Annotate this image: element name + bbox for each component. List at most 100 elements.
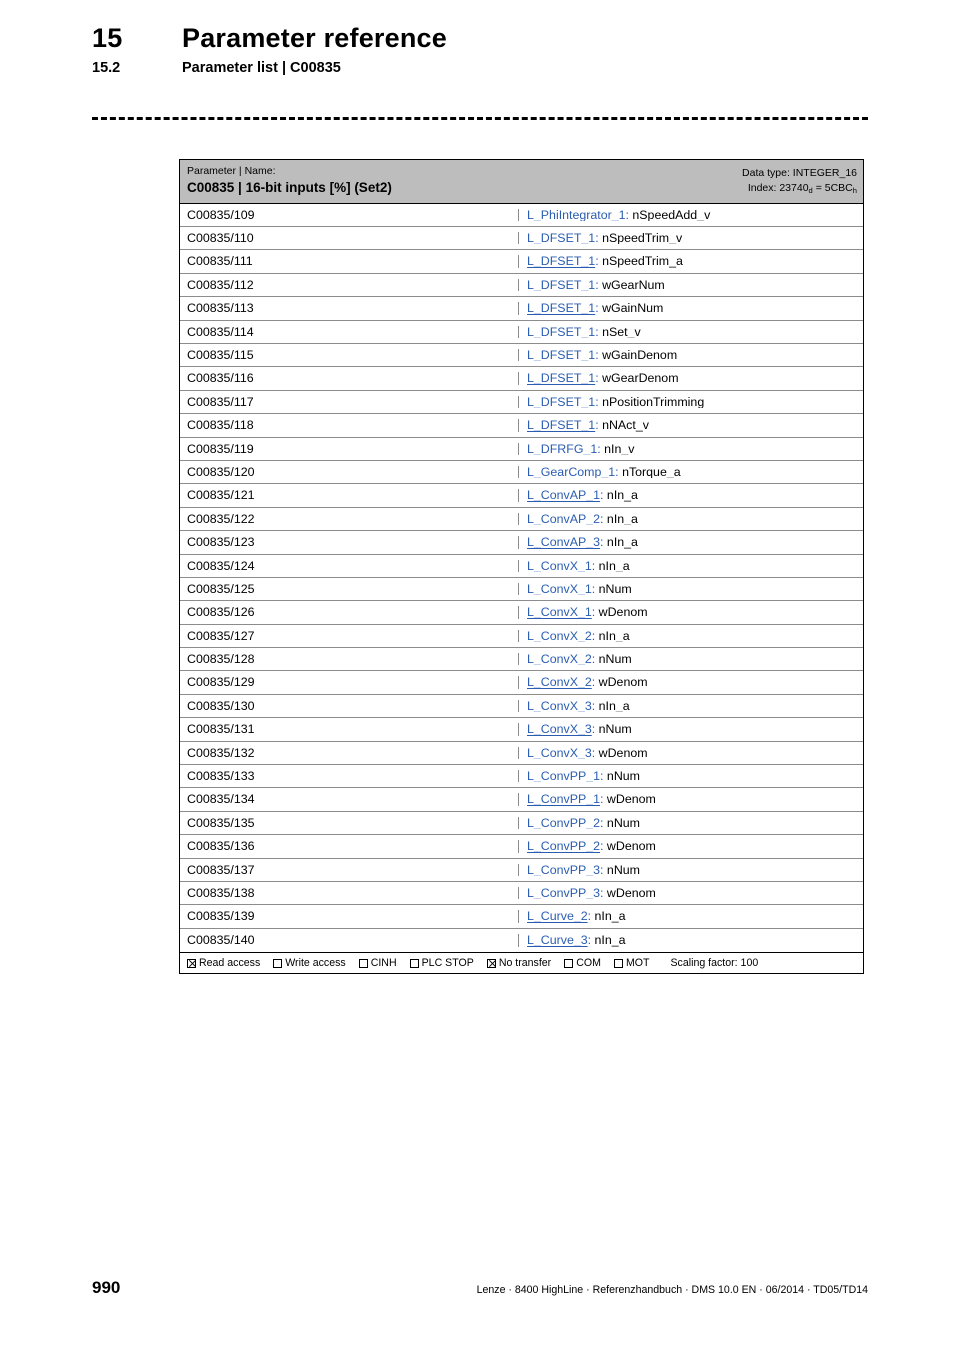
parameter-code-cell: C00835/127 (180, 629, 519, 643)
function-block-link[interactable]: L_DFSET_1 (527, 372, 595, 384)
function-block-link[interactable]: L_Curve_2 (527, 910, 588, 922)
table-row: C00835/132 L_ConvX_3: wDenom (180, 742, 863, 766)
member-separator: : (591, 653, 599, 666)
function-block-link[interactable]: L_ConvX_1 (527, 560, 592, 572)
function-block-link[interactable]: L_ConvX_3 (527, 700, 592, 712)
page-footer: 990 Lenze · 8400 HighLine · Referenzhand… (92, 1278, 868, 1298)
function-block-link[interactable]: L_DFSET_1 (527, 302, 595, 314)
table-row: C00835/112 L_DFSET_1: wGearNum (180, 274, 863, 298)
parameter-code-cell: C00835/131 (180, 723, 519, 736)
function-block-link[interactable]: L_ConvX_1 (527, 606, 592, 618)
checkbox-unchecked-icon[interactable] (613, 958, 623, 968)
port-name: wDenom (606, 840, 656, 853)
function-block-link[interactable]: L_ConvAP_2 (527, 513, 600, 525)
function-block-link[interactable]: L_ConvX_1 (527, 583, 592, 595)
parameter-target-cell: L_GearComp_1: nTorque_a (519, 466, 863, 478)
table-row: C00835/109 L_PhiIntegrator_1: nSpeedAdd_v (180, 204, 863, 228)
function-block-link[interactable]: L_ConvPP_3 (527, 887, 600, 899)
parameter-target-cell: L_ConvAP_2: nIn_a (519, 513, 863, 525)
data-type-label: Data type: INTEGER_16 (742, 167, 857, 179)
function-block-link[interactable]: L_DFSET_1 (527, 349, 595, 361)
parameter-code-cell: C00835/134 (180, 793, 519, 806)
table-row: C00835/115 L_DFSET_1: wGainDenom (180, 344, 863, 368)
member-separator: : (600, 536, 607, 549)
function-block-link[interactable]: L_DFSET_1 (527, 279, 595, 291)
access-flag[interactable]: Write access (273, 957, 346, 969)
function-block-link[interactable]: L_PhiIntegrator_1 (527, 209, 626, 221)
table-row: C00835/128 L_ConvX_2: nNum (180, 648, 863, 672)
member-separator: : (587, 910, 595, 923)
port-name: nIn_a (594, 910, 626, 923)
member-separator: : (591, 746, 599, 760)
function-block-link[interactable]: L_ConvPP_3 (527, 864, 600, 876)
port-name: wGearDenom (602, 372, 679, 385)
function-block-link[interactable]: L_ConvPP_2 (527, 817, 600, 829)
member-separator: : (591, 606, 599, 619)
access-flag[interactable]: No transfer (486, 957, 551, 969)
function-block-link[interactable]: L_ConvPP_1 (527, 793, 600, 805)
member-separator: : (591, 559, 599, 572)
function-block-link[interactable]: L_GearComp_1 (527, 466, 615, 478)
access-flag[interactable]: COM (564, 957, 601, 969)
access-flag-label: PLC STOP (421, 957, 474, 970)
function-block-link[interactable]: L_ConvX_2 (527, 653, 592, 665)
function-block-link[interactable]: L_DFSET_1 (527, 232, 595, 244)
function-block-link[interactable]: L_ConvX_3 (527, 747, 592, 759)
function-block-link[interactable]: L_Curve_3 (527, 934, 588, 946)
checkbox-checked-icon[interactable] (486, 958, 496, 968)
checkbox-unchecked-icon[interactable] (409, 958, 419, 968)
function-block-link[interactable]: L_ConvX_2 (527, 630, 592, 642)
parameter-target-cell: L_ConvX_2: wDenom (519, 676, 863, 688)
member-separator: : (591, 676, 599, 689)
parameter-code-cell: C00835/137 (180, 863, 519, 876)
member-separator: : (600, 512, 607, 526)
table-row: C00835/137 L_ConvPP_3: nNum (180, 859, 863, 882)
parameter-code-cell: C00835/126 (180, 606, 519, 619)
parameter-code-cell: C00835/140 (180, 934, 519, 947)
function-block-link[interactable]: L_DFRFG_1 (527, 443, 597, 455)
function-block-link[interactable]: L_ConvPP_2 (527, 840, 600, 852)
checkbox-unchecked-icon[interactable] (273, 958, 283, 968)
parameter-code-cell: C00835/138 (180, 886, 519, 900)
port-name: nSpeedTrim_v (602, 232, 683, 245)
function-block-link[interactable]: L_ConvPP_1 (527, 770, 600, 782)
port-name: wDenom (606, 886, 656, 900)
parameter-target-cell: L_ConvX_2: nIn_a (519, 630, 863, 642)
checkbox-checked-icon[interactable] (187, 958, 196, 968)
checkbox-unchecked-icon[interactable] (564, 958, 574, 968)
checkbox-unchecked-icon[interactable] (358, 958, 368, 968)
parameter-code-cell: C00835/133 (180, 770, 519, 783)
access-flag[interactable]: MOT (613, 957, 649, 969)
access-flag[interactable]: PLC STOP (409, 957, 474, 970)
member-separator: : (600, 816, 607, 830)
parameter-row-list: C00835/109 L_PhiIntegrator_1: nSpeedAdd_v… (180, 204, 863, 953)
table-row: C00835/124 L_ConvX_1: nIn_a (180, 555, 863, 578)
table-row: C00835/131 L_ConvX_3: nNum (180, 718, 863, 742)
port-name: wDenom (598, 746, 648, 760)
table-row: C00835/129 L_ConvX_2: wDenom (180, 671, 863, 695)
member-separator: : (587, 934, 595, 947)
section-number: 15.2 (92, 60, 121, 77)
page-number: 990 (92, 1278, 121, 1297)
parameter-target-cell: L_DFSET_1: wGearDenom (519, 372, 863, 384)
parameter-target-cell: L_DFSET_1: wGearNum (519, 279, 863, 291)
access-flag[interactable]: Read access (187, 957, 260, 969)
parameter-code-cell: C00835/123 (180, 536, 519, 549)
function-block-link[interactable]: L_DFSET_1 (527, 396, 595, 408)
function-block-link[interactable]: L_ConvAP_1 (527, 489, 600, 501)
function-block-link[interactable]: L_DFSET_1 (527, 419, 595, 431)
function-block-link[interactable]: L_ConvX_2 (527, 676, 592, 688)
port-name: nNum (598, 723, 632, 736)
parameter-target-cell: L_DFSET_1: wGainDenom (519, 349, 863, 361)
table-row: C00835/116 L_DFSET_1: wGearDenom (180, 367, 863, 391)
member-separator: : (600, 886, 607, 900)
access-flag[interactable]: CINH (358, 957, 397, 969)
function-block-link[interactable]: L_ConvX_3 (527, 723, 592, 735)
function-block-link[interactable]: L_ConvAP_3 (527, 536, 600, 548)
parameter-code-cell: C00835/116 (180, 372, 519, 385)
parameter-target-cell: L_DFSET_1: nSpeedTrim_a (519, 255, 863, 267)
parameter-code-cell: C00835/119 (180, 442, 519, 455)
function-block-link[interactable]: L_DFSET_1 (527, 255, 595, 267)
parameter-header-right: Data type: INTEGER_16 Index: 23740d = 5C… (742, 165, 857, 196)
function-block-link[interactable]: L_DFSET_1 (527, 326, 595, 338)
